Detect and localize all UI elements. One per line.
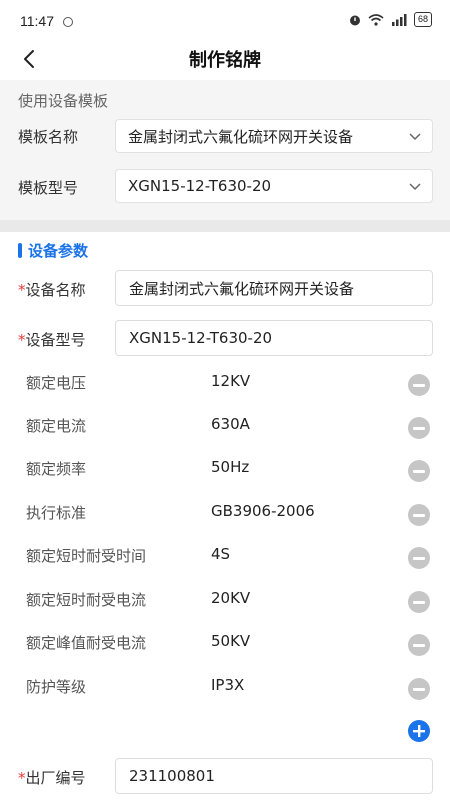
param-row: 额定电流 630A — [0, 410, 450, 440]
param-value: 50Hz — [211, 458, 250, 476]
device-name-label: *设备名称 — [18, 281, 86, 299]
param-name: 额定短时耐受时间 — [26, 547, 147, 565]
param-row: 防护等级 IP3X — [0, 671, 450, 701]
param-value: IP3X — [211, 676, 245, 694]
nav-bar: 制作铭牌 — [0, 42, 450, 80]
template-model-label: 模板型号 — [18, 179, 79, 197]
status-time: 11:47 — [20, 13, 54, 29]
params-section-title: 设备参数 — [28, 242, 89, 260]
section-divider — [0, 220, 450, 232]
template-model-select[interactable]: XGN15-12-T630-20 — [115, 169, 433, 203]
status-icons: 68 — [348, 12, 432, 27]
template-name-label: 模板名称 — [18, 128, 79, 146]
param-value: 630A — [211, 415, 250, 433]
param-value: 4S — [211, 545, 231, 563]
add-param-button[interactable] — [408, 720, 430, 742]
minus-icon — [413, 469, 425, 473]
template-model-value: XGN15-12-T630-20 — [128, 177, 272, 195]
notification-dot-icon — [63, 17, 73, 27]
template-section: 使用设备模板 模板名称 金属封闭式六氟化硫环网开关设备 模板型号 XGN15-1… — [0, 80, 450, 220]
param-name: 额定峰值耐受电流 — [26, 634, 147, 652]
params-section-header: 设备参数 — [18, 240, 88, 261]
serial-number-input[interactable]: 231100801 — [115, 758, 433, 794]
device-model-label: *设备型号 — [18, 331, 86, 349]
status-bar: 11:47 68 — [0, 0, 450, 42]
param-name: 额定短时耐受电流 — [26, 591, 147, 609]
chevron-down-icon — [409, 183, 421, 191]
alarm-icon — [349, 15, 360, 25]
param-row: 额定短时耐受电流 20KV — [0, 584, 450, 614]
minus-icon — [413, 600, 425, 604]
minus-icon — [413, 687, 425, 691]
remove-param-button[interactable] — [408, 374, 430, 396]
param-name: 额定电压 — [26, 374, 87, 392]
wifi-icon — [368, 13, 384, 26]
param-name: 执行标准 — [26, 504, 87, 522]
remove-param-button[interactable] — [408, 504, 430, 526]
template-section-title: 使用设备模板 — [18, 92, 109, 110]
param-name: 防护等级 — [26, 678, 87, 696]
section-accent-bar — [18, 243, 22, 258]
minus-icon — [413, 643, 425, 647]
minus-icon — [413, 513, 425, 517]
remove-param-button[interactable] — [408, 417, 430, 439]
param-row: 额定频率 50Hz — [0, 453, 450, 483]
param-row: 额定电压 12KV — [0, 367, 450, 397]
param-row: 额定峰值耐受电流 50KV — [0, 627, 450, 657]
minus-icon — [413, 426, 425, 430]
device-model-input[interactable]: XGN15-12-T630-20 — [115, 320, 433, 356]
chevron-down-icon — [409, 133, 421, 141]
remove-param-button[interactable] — [408, 634, 430, 656]
minus-icon — [413, 383, 425, 387]
device-name-input[interactable]: 金属封闭式六氟化硫环网开关设备 — [115, 270, 433, 306]
param-row: 额定短时耐受时间 4S — [0, 540, 450, 570]
remove-param-button[interactable] — [408, 460, 430, 482]
plus-icon — [413, 725, 425, 737]
param-value: GB3906-2006 — [211, 502, 315, 520]
template-name-select[interactable]: 金属封闭式六氟化硫环网开关设备 — [115, 119, 433, 153]
remove-param-button[interactable] — [408, 591, 430, 613]
param-value: 20KV — [211, 589, 251, 607]
battery-icon: 68 — [413, 12, 432, 27]
page-title: 制作铭牌 — [189, 50, 261, 71]
param-value: 12KV — [211, 372, 251, 390]
remove-param-button[interactable] — [408, 678, 430, 700]
param-value: 50KV — [211, 632, 251, 650]
template-name-value: 金属封闭式六氟化硫环网开关设备 — [128, 127, 354, 146]
param-name: 额定频率 — [26, 460, 87, 478]
remove-param-button[interactable] — [408, 547, 430, 569]
param-name: 额定电流 — [26, 417, 87, 435]
signal-icon — [391, 13, 407, 26]
serial-number-label: *出厂编号 — [18, 769, 86, 787]
minus-icon — [413, 556, 425, 560]
param-row: 执行标准 GB3906-2006 — [0, 497, 450, 527]
